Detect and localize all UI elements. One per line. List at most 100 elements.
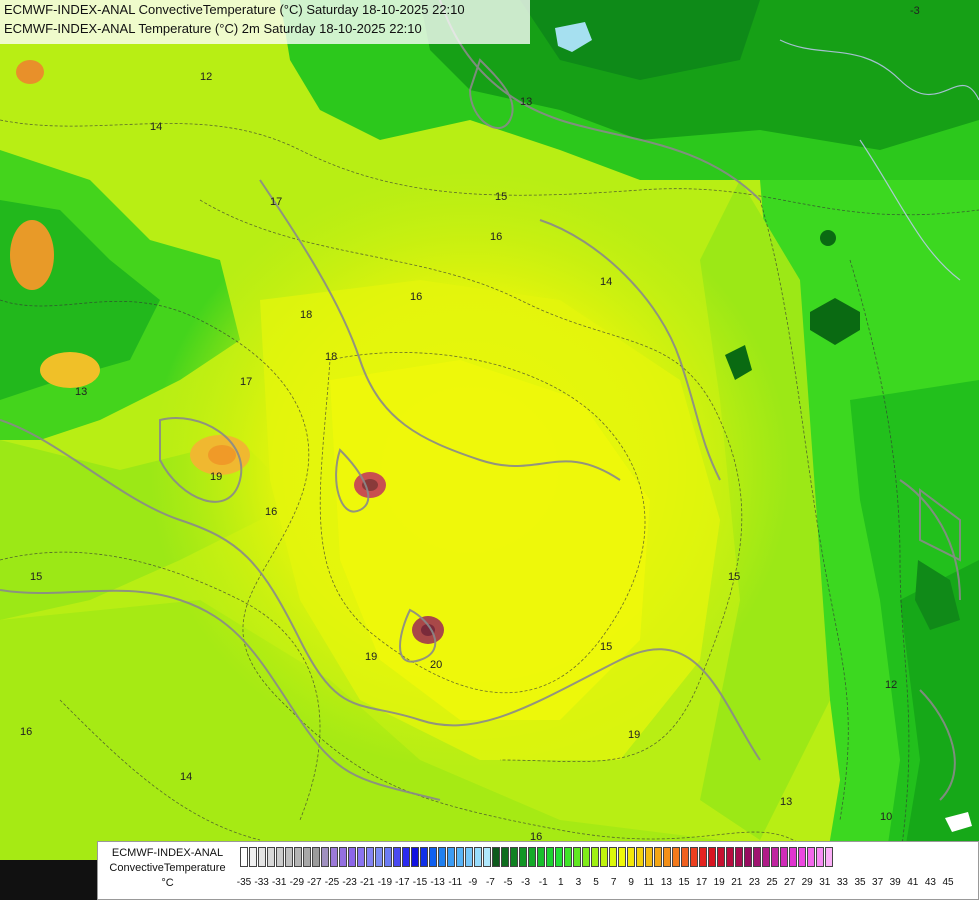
contour-label: -3 — [910, 5, 920, 17]
legend-swatch — [726, 847, 734, 867]
legend-tick-label: 15 — [678, 877, 690, 888]
contour-label: 20 — [430, 659, 442, 671]
weather-map: -3 12 13 14 15 16 17 18 19 20 15 16 19 1… — [0, 0, 979, 900]
legend-tick-label: 35 — [854, 877, 866, 888]
legend-swatch — [258, 847, 266, 867]
legend-swatch — [717, 847, 725, 867]
contour-label: 18 — [325, 351, 337, 363]
legend-swatch — [483, 847, 491, 867]
legend-tick-label: -13 — [430, 877, 445, 888]
legend-swatch — [312, 847, 320, 867]
legend-tick-label: -35 — [236, 877, 252, 888]
legend-swatch — [429, 847, 437, 867]
legend-swatch — [636, 847, 644, 867]
contour-label: 19 — [628, 729, 640, 741]
legend-swatch — [735, 847, 743, 867]
legend-swatch — [438, 847, 446, 867]
legend-tick-label: -17 — [395, 877, 410, 888]
legend-tick-label: -23 — [342, 877, 357, 888]
contour-label: 16 — [410, 291, 422, 303]
legend-swatch — [618, 847, 626, 867]
contour-label: 14 — [600, 276, 612, 288]
contour-label: 17 — [270, 196, 282, 208]
legend-tick-label: 3 — [575, 877, 582, 888]
legend-swatch — [771, 847, 779, 867]
legend-swatch — [492, 847, 500, 867]
legend-tick-label: 25 — [766, 877, 778, 888]
legend-swatch — [339, 847, 347, 867]
legend-tick-label: -27 — [307, 877, 322, 888]
map-title-block: ECMWF-INDEX-ANAL ConvectiveTemperature (… — [0, 0, 530, 44]
legend-tick-label: 27 — [784, 877, 796, 888]
legend-tick-label: 1 — [558, 877, 564, 888]
legend-swatch — [825, 847, 833, 867]
legend-tick-label: 39 — [889, 877, 901, 888]
legend-swatch — [627, 847, 635, 867]
contour-label: 19 — [365, 651, 377, 663]
legend-tick-label: -7 — [485, 877, 495, 888]
legend-tick-label: 11 — [643, 877, 654, 888]
legend-swatch — [690, 847, 698, 867]
contour-label: 15 — [495, 191, 507, 203]
legend-swatch — [375, 847, 383, 867]
legend-tick-label: 13 — [660, 877, 672, 888]
legend-swatch — [582, 847, 590, 867]
legend-swatch — [645, 847, 653, 867]
contour-label: 16 — [20, 726, 32, 738]
legend-swatch — [294, 847, 302, 867]
warm-cell — [10, 220, 54, 290]
legend-swatch — [555, 847, 563, 867]
legend-tick-label: 7 — [610, 877, 617, 888]
legend-swatch — [249, 847, 257, 867]
legend-swatch — [357, 847, 365, 867]
legend-swatch — [537, 847, 545, 867]
legend-swatch — [591, 847, 599, 867]
legend-unit: °C — [161, 877, 174, 889]
legend-tick-label: 5 — [593, 877, 599, 888]
legend-title-line2: ConvectiveTemperature — [109, 862, 226, 874]
legend-tick-label: -11 — [448, 877, 463, 888]
legend-tick-label: -3 — [521, 877, 531, 888]
legend-swatch — [600, 847, 608, 867]
legend-tick-label: -31 — [271, 877, 287, 888]
legend-swatch — [303, 847, 311, 867]
legend-swatch — [546, 847, 554, 867]
contour-label: 15 — [30, 571, 42, 583]
legend-tick-label: -29 — [289, 877, 305, 888]
legend-swatch — [330, 847, 338, 867]
legend-swatch — [393, 847, 401, 867]
contour-label: 14 — [180, 771, 192, 783]
legend-swatch — [474, 847, 482, 867]
legend-swatch — [501, 847, 509, 867]
contour-label: 15 — [600, 641, 612, 653]
legend-swatches — [240, 847, 834, 867]
legend-swatch — [276, 847, 284, 867]
legend-swatch — [411, 847, 419, 867]
legend-swatch — [807, 847, 815, 867]
legend-tick-label: 43 — [924, 877, 936, 888]
contour-label: 10 — [880, 811, 892, 823]
legend-tick-label: 41 — [907, 877, 919, 888]
legend-tick-label: -21 — [359, 877, 375, 888]
legend-swatch — [285, 847, 293, 867]
legend-tick-label: 45 — [942, 877, 954, 888]
contour-label: 14 — [150, 121, 162, 133]
legend-swatch — [267, 847, 275, 867]
legend-swatch — [465, 847, 473, 867]
legend-swatch — [708, 847, 716, 867]
legend-title-line1: ECMWF-INDEX-ANAL — [111, 847, 224, 859]
legend-tick-label: 21 — [731, 877, 743, 888]
legend-tick-label: -9 — [468, 877, 478, 888]
contour-label: 12 — [200, 71, 212, 83]
legend-tick-label: 23 — [748, 877, 760, 888]
map-title-line2: ECMWF-INDEX-ANAL Temperature (°C) 2m Sat… — [4, 21, 422, 36]
legend-tick-label: 31 — [819, 877, 831, 888]
legend-swatch — [321, 847, 329, 867]
legend-tick-label: -15 — [412, 877, 428, 888]
legend-swatch — [519, 847, 527, 867]
legend-title: ECMWF-INDEX-ANAL ConvectiveTemperature °… — [100, 846, 235, 891]
contour-label: 12 — [885, 679, 897, 691]
legend-swatch — [510, 847, 518, 867]
contour-label: 16 — [490, 231, 502, 243]
contour-label: 16 — [265, 506, 277, 518]
